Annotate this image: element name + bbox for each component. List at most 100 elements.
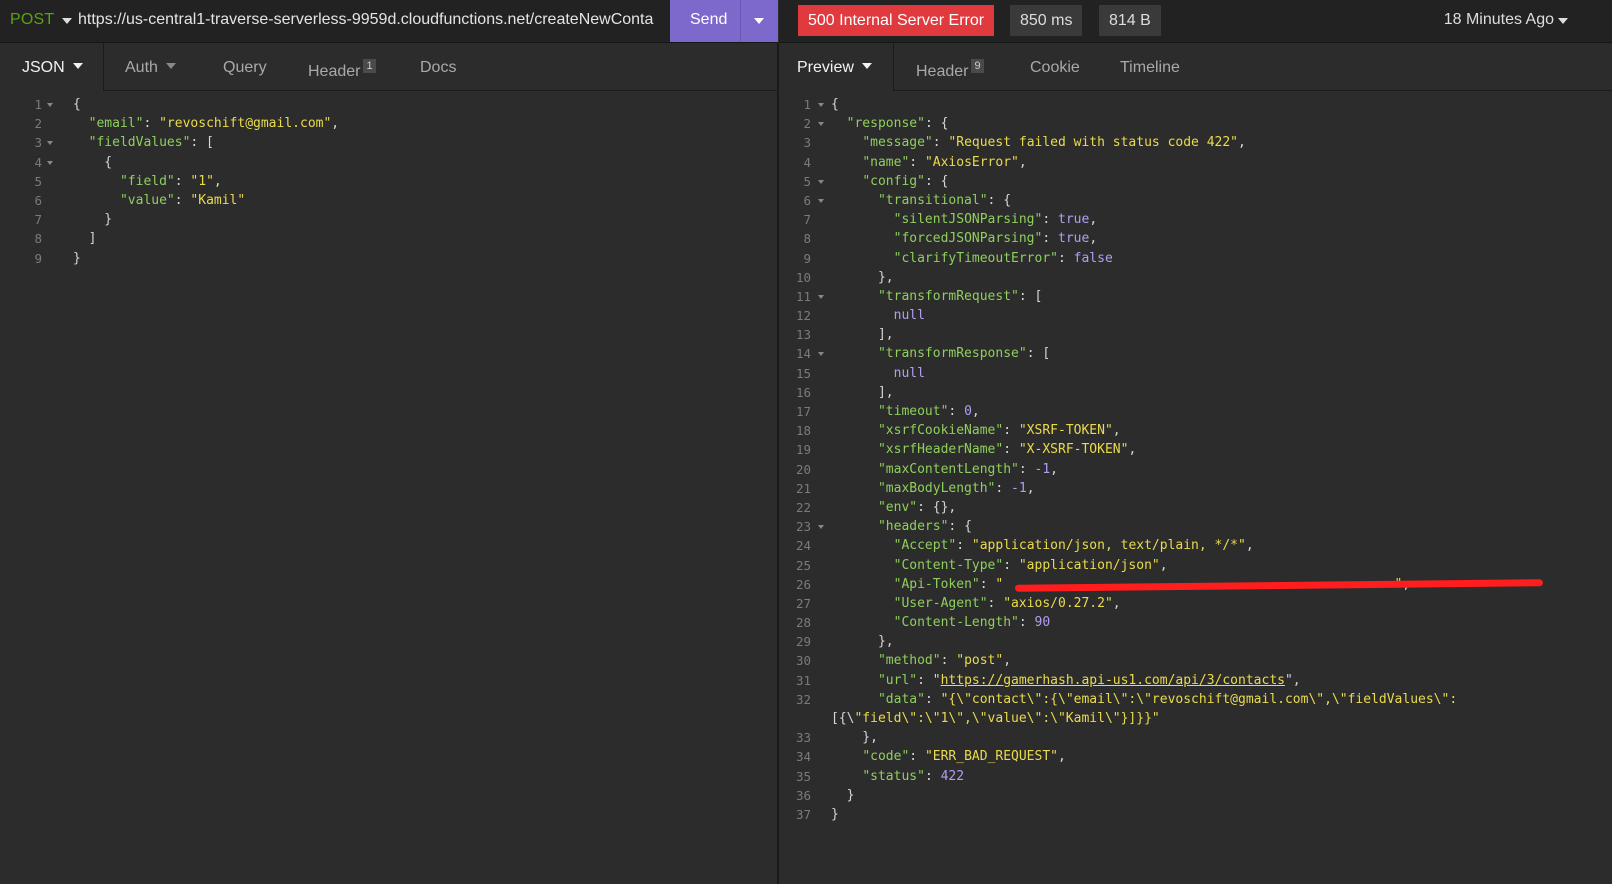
code-text: ],: [831, 327, 894, 343]
line-number: 7: [34, 212, 42, 228]
fold-toggle-icon[interactable]: [47, 141, 53, 146]
code-line: 3 "message": "Request failed with status…: [779, 133, 1612, 152]
tab-timeline[interactable]: Timeline: [1120, 59, 1180, 77]
code-text: "maxBodyLength": -1,: [877, 480, 1035, 496]
line-number: 37: [795, 806, 811, 822]
code-line: 27 "User-Agent": "axios/0.27.2",: [779, 594, 1612, 613]
code-line: 32 "data": "{\"contact\":{\"email\":\"re…: [779, 690, 1612, 709]
code-text: "silentJSONParsing": true,: [893, 212, 1098, 228]
code-line: 30 "method": "post",: [779, 651, 1612, 670]
code-text: "message": "Request failed with status c…: [862, 135, 1246, 151]
code-text: "field": "1",: [119, 173, 222, 189]
tab-query[interactable]: Query: [223, 59, 267, 77]
code-text: }: [73, 212, 113, 228]
code-text: }: [831, 787, 855, 803]
code-text: },: [831, 730, 878, 746]
code-line: 4 {: [0, 153, 777, 172]
code-line: 9 "clarifyTimeoutError": false: [779, 249, 1612, 268]
line-number: 5: [34, 173, 42, 189]
code-line: 36 }: [779, 786, 1612, 805]
tab-response-header[interactable]: Header 9: [916, 59, 984, 81]
fold-toggle-icon[interactable]: [47, 103, 53, 107]
line-number: 23: [795, 519, 811, 535]
code-text: "response": {: [846, 116, 949, 132]
code-text: ]: [73, 231, 97, 247]
line-number: 18: [795, 423, 811, 439]
line-number: 20: [795, 461, 811, 477]
response-time-badge: 850 ms: [1010, 5, 1083, 36]
code-text: "clarifyTimeoutError": false: [893, 250, 1113, 266]
code-text: "xsrfHeaderName": "X-XSRF-TOKEN",: [877, 442, 1137, 458]
line-number: 17: [795, 404, 811, 419]
code-text: }: [831, 806, 839, 822]
fold-toggle-icon[interactable]: [818, 294, 824, 299]
code-line: 21 "maxBodyLength": -1,: [779, 479, 1612, 498]
fold-toggle-icon[interactable]: [818, 352, 824, 357]
code-text: "name": "AxiosError",: [862, 154, 1027, 170]
code-line: 14 "transformResponse": [: [779, 344, 1612, 363]
code-line: 16 ],: [779, 383, 1612, 402]
tab-auth[interactable]: Auth: [125, 59, 176, 77]
code-line: 22 "env": {},: [779, 498, 1612, 517]
code-text: "Content-Type": "application/json",: [893, 557, 1168, 573]
fold-toggle-icon[interactable]: [818, 103, 824, 107]
response-history-dropdown[interactable]: 18 Minutes Ago: [1444, 11, 1554, 29]
code-line: 2 "email": "revoschift@gmail.com",: [0, 114, 777, 133]
url-input[interactable]: https://us-central1-traverse-serverless-…: [78, 11, 668, 29]
line-number: 8: [34, 231, 42, 247]
fold-toggle-icon[interactable]: [818, 525, 824, 530]
line-number: 9: [34, 250, 42, 266]
code-line: 15 null: [779, 364, 1612, 383]
code-line: 6 "value": "Kamil": [0, 191, 777, 210]
code-line: 35 "status": 422: [779, 767, 1612, 786]
code-line: 24 "Accept": "application/json, text/pla…: [779, 536, 1612, 555]
code-line: [{\"field\":\"1\",\"value\":\"Kamil\"}]}…: [779, 709, 1612, 728]
fold-toggle-icon[interactable]: [818, 179, 824, 184]
tab-header[interactable]: Header 1: [308, 59, 376, 81]
request-body-editor[interactable]: 1{2 "email": "revoschift@gmail.com", 3 "f…: [0, 95, 777, 268]
history-caret-icon[interactable]: [1558, 18, 1568, 24]
line-number: 32: [795, 691, 811, 707]
code-line: 33 },: [779, 728, 1612, 747]
send-button[interactable]: Send: [670, 0, 778, 42]
line-number: 28: [795, 615, 811, 631]
line-number: 35: [795, 768, 811, 784]
code-text: "url": "https://gamerhash.api-us1.com/ap…: [877, 672, 1301, 688]
line-number: 3: [803, 135, 811, 151]
tab-docs[interactable]: Docs: [420, 59, 456, 77]
tab-label: Preview: [797, 59, 854, 76]
line-number: 22: [795, 499, 811, 515]
response-size-badge: 814 B: [1099, 5, 1161, 36]
line-number: 26: [795, 576, 811, 592]
code-text: "method": "post",: [877, 653, 1012, 669]
line-number: 13: [795, 327, 811, 343]
tab-json[interactable]: JSON: [22, 59, 83, 77]
chevron-down-icon: [165, 63, 176, 69]
line-number: 30: [795, 653, 811, 669]
send-options-caret-icon[interactable]: [754, 18, 764, 24]
code-line: 3 "fieldValues": [: [0, 133, 777, 152]
fold-toggle-icon[interactable]: [47, 160, 53, 165]
tab-cookie[interactable]: Cookie: [1030, 59, 1080, 77]
code-text: "forcedJSONParsing": true,: [893, 231, 1098, 247]
code-line: 28 "Content-Length": 90: [779, 613, 1612, 632]
code-text: "value": "Kamil": [119, 192, 246, 208]
code-line: 5 "field": "1",: [0, 172, 777, 191]
line-number: 12: [795, 308, 811, 324]
tab-preview[interactable]: Preview: [797, 59, 872, 77]
fold-toggle-icon[interactable]: [818, 198, 824, 203]
header-count-badge: 1: [363, 59, 376, 73]
line-number: 19: [795, 442, 811, 458]
line-number: 4: [34, 154, 42, 170]
method-dropdown-caret-icon[interactable]: [62, 18, 72, 24]
http-method-select[interactable]: POST: [10, 11, 54, 29]
response-preview: 1{2 "response": {3 "message": "Request f…: [779, 95, 1612, 824]
code-line: 8 "forcedJSONParsing": true,: [779, 229, 1612, 248]
fold-toggle-icon[interactable]: [818, 122, 824, 127]
code-text: "email": "revoschift@gmail.com",: [88, 116, 340, 132]
chevron-down-icon: [861, 63, 872, 69]
code-line: 34 "code": "ERR_BAD_REQUEST",: [779, 747, 1612, 766]
line-number: 10: [795, 269, 811, 285]
line-number: 36: [795, 787, 811, 803]
line-number: 14: [795, 346, 811, 362]
